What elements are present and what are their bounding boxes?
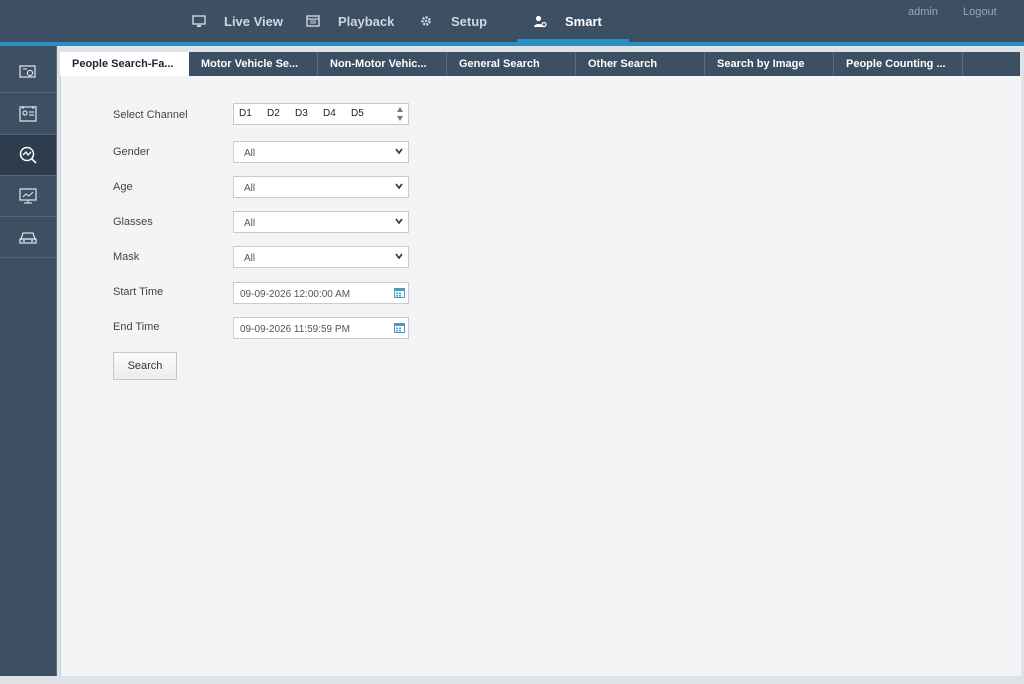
car-icon — [19, 232, 37, 244]
bottom-bar — [0, 676, 1024, 684]
calendar-icon[interactable] — [394, 288, 405, 298]
tab-other-search[interactable]: Other Search — [576, 52, 705, 76]
nav-smart[interactable]: Smart — [533, 0, 602, 42]
camera-settings-icon — [19, 65, 36, 78]
user-name[interactable]: admin — [908, 6, 938, 18]
search-button[interactable]: Search — [113, 352, 177, 380]
nav-playback[interactable]: Playback — [306, 0, 394, 42]
chevron-down-icon — [395, 253, 403, 260]
mask-label: Mask — [113, 251, 140, 263]
channel-option[interactable]: D2 — [267, 108, 280, 119]
mask-value: All — [244, 253, 256, 264]
left-sidebar — [0, 46, 57, 684]
analytics-search-icon — [19, 146, 37, 164]
sidebar-item-face-records[interactable] — [0, 94, 56, 135]
age-select[interactable]: All — [233, 176, 409, 198]
tab-general-search[interactable]: General Search — [447, 52, 576, 76]
monitor-icon — [192, 15, 206, 27]
glasses-select[interactable]: All — [233, 211, 409, 233]
start-time-value: 09-09-2026 12:00:00 AM — [240, 289, 351, 300]
chevron-down-icon — [395, 183, 403, 190]
select-channel-label: Select Channel — [113, 109, 188, 121]
tab-non-motor-vehicle[interactable]: Non-Motor Vehic... — [318, 52, 447, 76]
sidebar-item-camera-settings[interactable] — [0, 52, 56, 93]
glasses-label: Glasses — [113, 216, 153, 228]
film-icon — [306, 15, 320, 27]
nav-label: Live View — [224, 13, 284, 29]
sidebar-item-statistics[interactable] — [0, 176, 56, 217]
nav-setup[interactable]: Setup — [419, 0, 487, 42]
channel-option[interactable]: D3 — [295, 108, 308, 119]
calendar-icon[interactable] — [394, 323, 405, 333]
channel-option[interactable]: D5 — [351, 108, 364, 119]
smart-person-icon — [534, 15, 547, 28]
channel-selector[interactable]: D1 D2 D3 D4 D5 — [233, 103, 409, 125]
channel-option[interactable]: D4 — [323, 108, 336, 119]
gender-value: All — [244, 148, 256, 159]
end-time-value: 09-09-2026 11:59:59 PM — [240, 324, 350, 335]
search-tab-bar: People Search-Fa... Motor Vehicle Se... … — [60, 52, 1020, 76]
sidebar-item-search[interactable] — [0, 135, 56, 176]
tab-search-by-image[interactable]: Search by Image — [705, 52, 834, 76]
chevron-down-icon — [395, 148, 403, 155]
tab-people-counting[interactable]: People Counting ... — [834, 52, 963, 76]
gear-icon — [421, 16, 431, 26]
nav-label: Setup — [451, 13, 488, 29]
end-time-label: End Time — [113, 321, 160, 333]
age-value: All — [244, 183, 256, 194]
search-form-panel — [60, 76, 1021, 676]
gender-label: Gender — [113, 146, 150, 158]
age-label: Age — [113, 181, 133, 193]
nav-live-view[interactable]: Live View — [192, 0, 283, 42]
chart-monitor-icon — [19, 188, 37, 204]
tab-motor-vehicle-search[interactable]: Motor Vehicle Se... — [189, 52, 318, 76]
start-time-input[interactable]: 09-09-2026 12:00:00 AM — [233, 282, 409, 304]
face-card-icon — [19, 106, 37, 122]
end-time-input[interactable]: 09-09-2026 11:59:59 PM — [233, 317, 409, 339]
logout-link[interactable]: Logout — [963, 6, 997, 18]
scroll-arrows-icon[interactable] — [396, 106, 404, 122]
gender-select[interactable]: All — [233, 141, 409, 163]
header-accent-line — [0, 42, 1024, 46]
sidebar-item-vehicle[interactable] — [0, 217, 56, 258]
chevron-down-icon — [395, 218, 403, 225]
start-time-label: Start Time — [113, 286, 164, 298]
glasses-value: All — [244, 218, 256, 229]
channel-option[interactable]: D1 — [239, 108, 252, 119]
nav-label: Smart — [565, 13, 602, 29]
top-header: Live View Playback Setup Smart admin Log… — [0, 0, 1024, 42]
nav-label: Playback — [338, 13, 395, 29]
tab-people-search-face[interactable]: People Search-Fa... — [60, 52, 189, 76]
mask-select[interactable]: All — [233, 246, 409, 268]
